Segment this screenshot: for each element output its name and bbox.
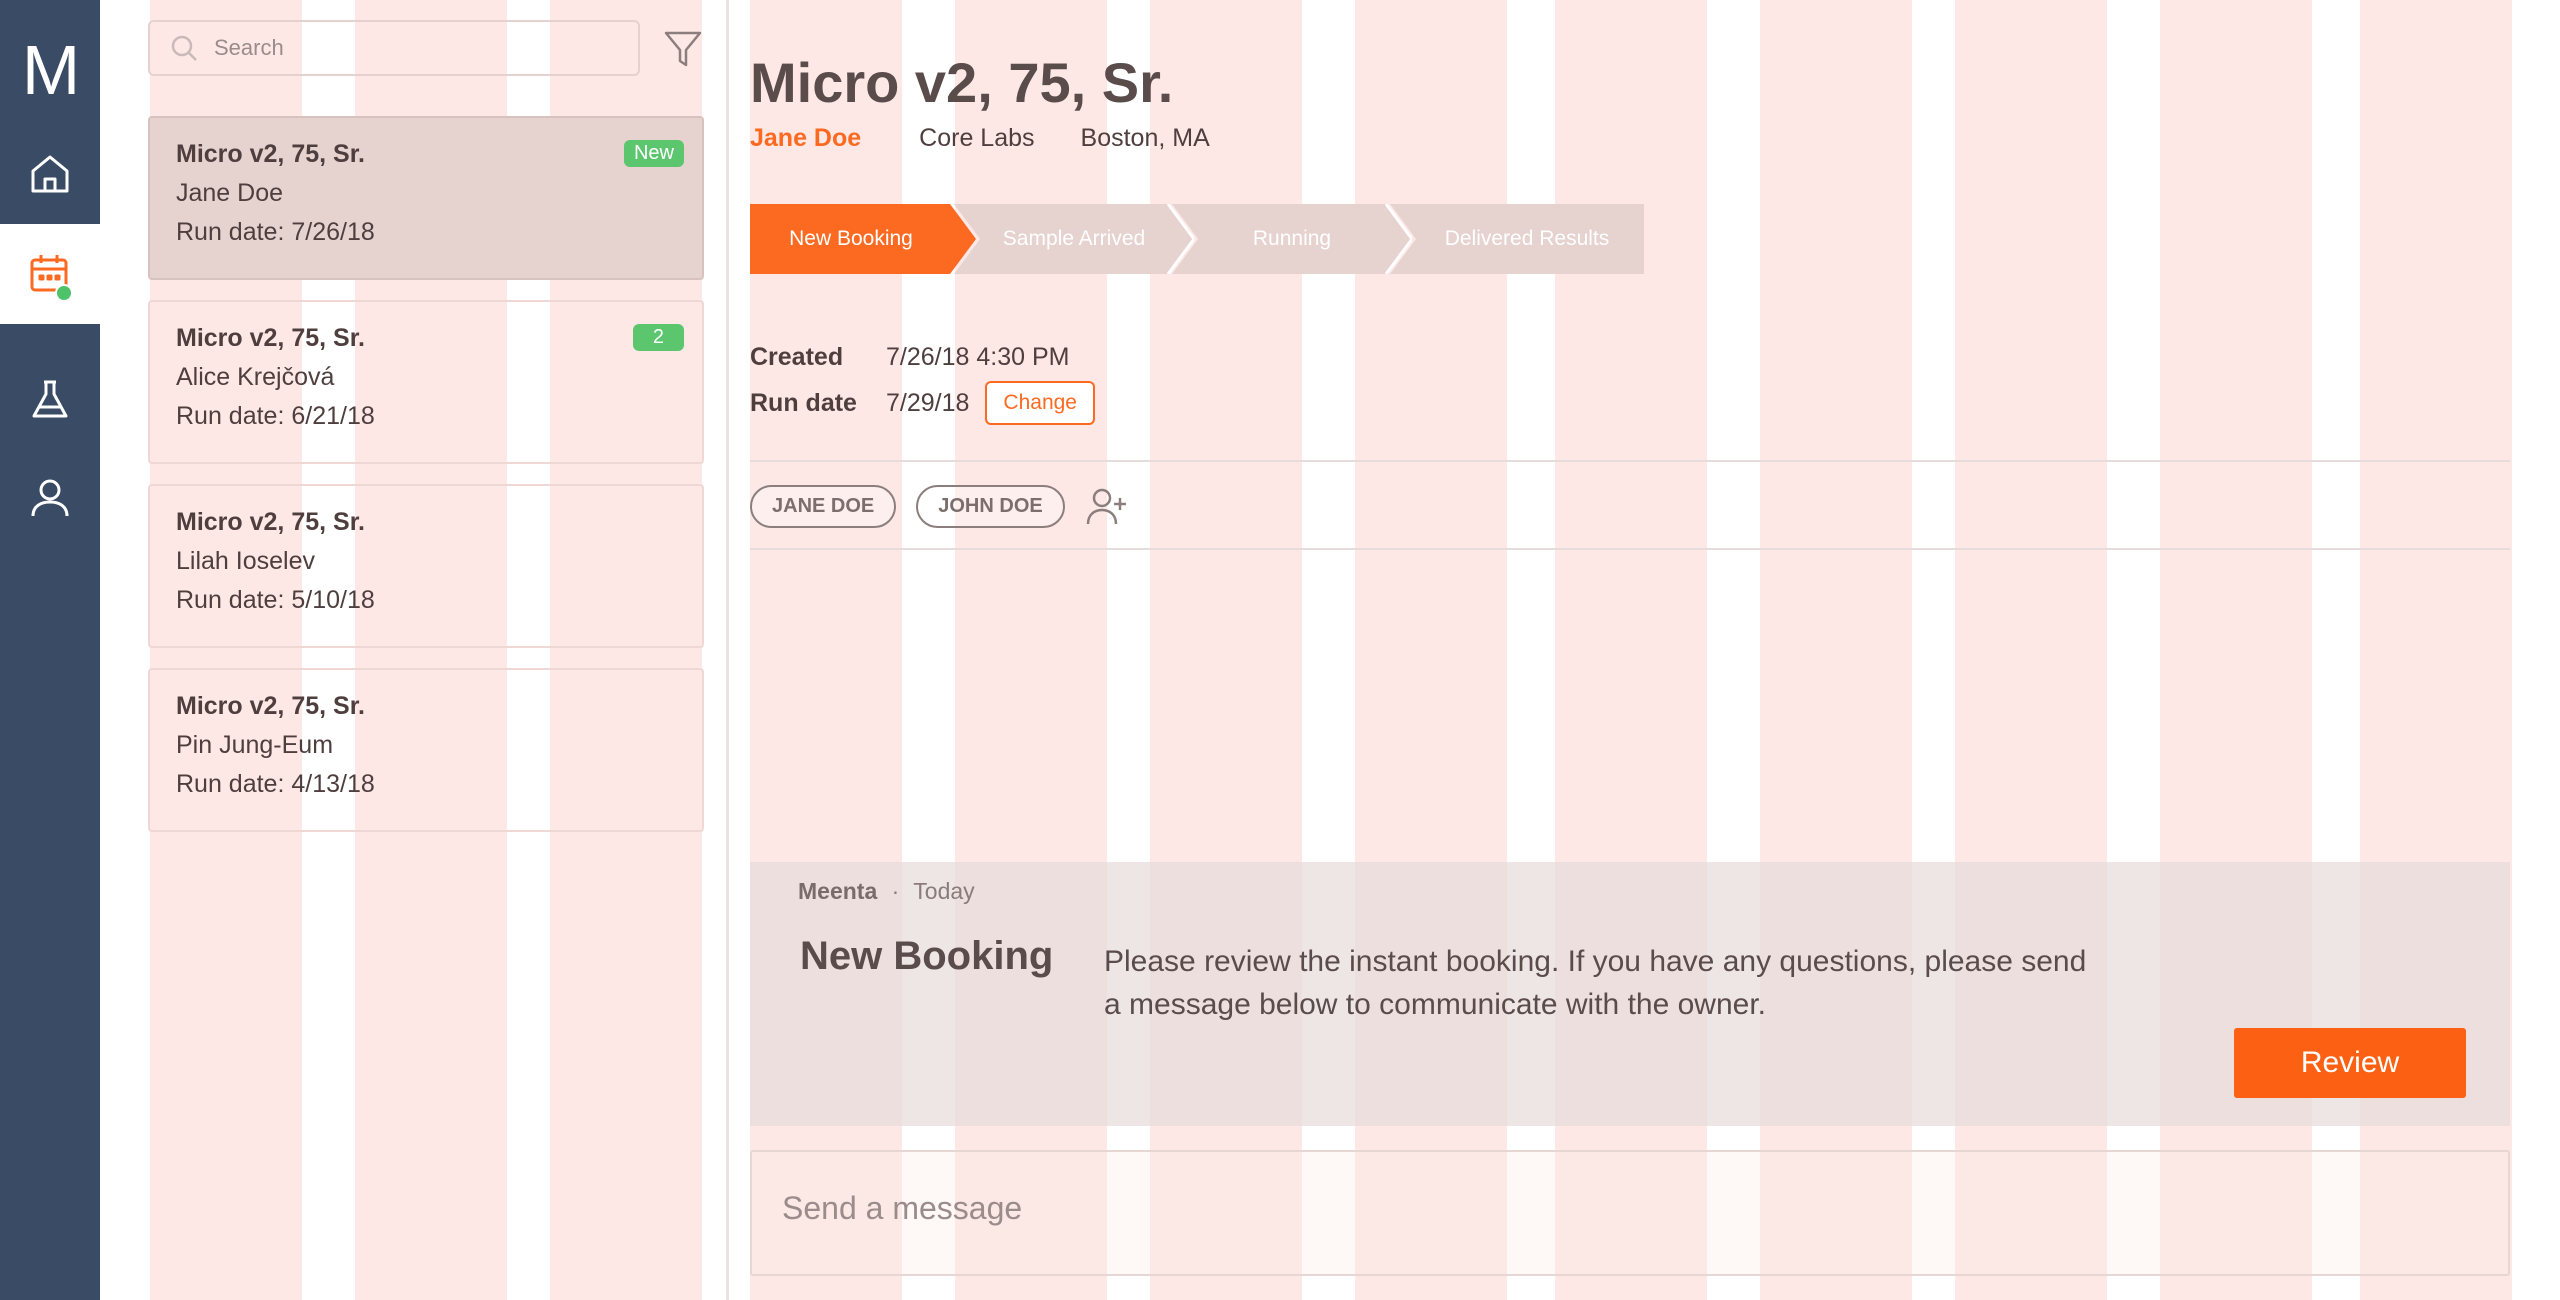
change-button[interactable]: Change <box>985 381 1095 425</box>
sidebar-item-profile[interactable] <box>0 448 100 548</box>
list-item-title: Micro v2, 75, Sr. <box>176 140 365 168</box>
list-item-title: Micro v2, 75, Sr. <box>176 692 365 720</box>
run-date-label: Run date <box>750 388 857 417</box>
list-item-name: Alice Krejčová <box>176 363 335 391</box>
booking-info: Created 7/26/18 4:30 PM Run date 7/29/18… <box>750 334 1095 426</box>
search-placeholder: Search <box>214 35 284 60</box>
filter-icon[interactable] <box>662 28 704 70</box>
panel-divider <box>726 0 729 1300</box>
app-logo[interactable]: M <box>0 30 100 110</box>
step-label: Sample Arrived <box>1002 227 1146 250</box>
list-item-run-date: Run date: 7/26/18 <box>176 218 375 246</box>
message-separator: · <box>891 878 900 904</box>
message-input[interactable]: Send a message <box>750 1150 2510 1276</box>
step-running: Running <box>1172 204 1412 274</box>
message-card: Meenta · Today New Booking Please review… <box>750 862 2510 1126</box>
new-badge: New <box>623 140 684 167</box>
page-title: Micro v2, 75, Sr. <box>750 51 1174 114</box>
sidebar-item-lab[interactable] <box>0 350 100 450</box>
user-icon <box>31 479 69 517</box>
search-icon <box>171 35 197 61</box>
list-item-name: Pin Jung-Eum <box>176 731 334 759</box>
list-item-title: Micro v2, 75, Sr. <box>176 508 365 536</box>
list-item[interactable]: Micro v2, 75, Sr. Lilah Ioselev Run date… <box>148 484 704 648</box>
step-label: Running <box>1252 227 1332 250</box>
owner-link[interactable]: Jane Doe <box>750 124 861 153</box>
location: Boston, MA <box>1080 124 1210 152</box>
message-author: Meenta <box>798 878 878 904</box>
list-item-title: Micro v2, 75, Sr. <box>176 324 365 352</box>
step-label: Delivered Results <box>1444 227 1610 250</box>
list-item-name: Jane Doe <box>176 179 284 207</box>
divider <box>750 548 2510 550</box>
participant-tag[interactable]: JANE DOE <box>750 484 897 528</box>
progress-steps: New Booking Sample Arrived Running Deliv… <box>750 204 1644 274</box>
list-item[interactable]: Micro v2, 75, Sr. Alice Krejčová Run dat… <box>148 300 704 464</box>
home-icon <box>31 155 69 193</box>
step-delivered-results: Delivered Results <box>1390 204 1644 274</box>
booking-meta: Jane Doe Core Labs Boston, MA <box>750 124 1210 153</box>
add-user-icon[interactable] <box>1085 484 1129 528</box>
count-badge: 2 <box>632 324 684 351</box>
list-item-run-date: Run date: 4/13/18 <box>176 770 375 798</box>
search-input[interactable]: Search <box>148 20 640 76</box>
step-sample-arrived: Sample Arrived <box>954 204 1194 274</box>
message-time: Today <box>913 878 975 904</box>
divider <box>750 460 2510 462</box>
logo-text: M <box>21 31 80 109</box>
participants: JANE DOE JOHN DOE <box>750 484 1129 528</box>
step-label: New Booking <box>789 227 913 250</box>
lab-name: Core Labs <box>919 124 1035 152</box>
message-header: Meenta · Today <box>798 878 975 905</box>
message-placeholder: Send a message <box>782 1190 1023 1226</box>
flask-icon <box>32 380 68 418</box>
status-dot <box>55 284 73 302</box>
list-item[interactable]: Micro v2, 75, Sr. Jane Doe Run date: 7/2… <box>148 116 704 280</box>
sidebar: M <box>0 0 100 1300</box>
run-date-value: 7/29/18 <box>886 388 970 417</box>
step-new-booking: New Booking <box>750 204 976 274</box>
list-item[interactable]: Micro v2, 75, Sr. Pin Jung-Eum Run date:… <box>148 668 704 832</box>
booking-detail: Micro v2, 75, Sr. Jane Doe Core Labs Bos… <box>750 0 2510 1300</box>
message-title: New Booking <box>800 934 1054 978</box>
sidebar-item-home[interactable] <box>0 124 100 224</box>
booking-list-panel: Search Micro v2, 75, Sr. Jane Doe Run da… <box>148 0 708 1300</box>
review-button[interactable]: Review <box>2234 1028 2466 1098</box>
created-value: 7/26/18 4:30 PM <box>886 342 1070 371</box>
sidebar-item-calendar[interactable] <box>0 224 100 324</box>
message-body: Please review the instant booking. If yo… <box>1104 945 2087 1021</box>
participant-tag[interactable]: JOHN DOE <box>916 484 1065 528</box>
list-item-name: Lilah Ioselev <box>176 547 315 575</box>
created-label: Created <box>750 342 844 371</box>
list-item-run-date: Run date: 5/10/18 <box>176 586 375 614</box>
list-item-run-date: Run date: 6/21/18 <box>176 402 375 430</box>
